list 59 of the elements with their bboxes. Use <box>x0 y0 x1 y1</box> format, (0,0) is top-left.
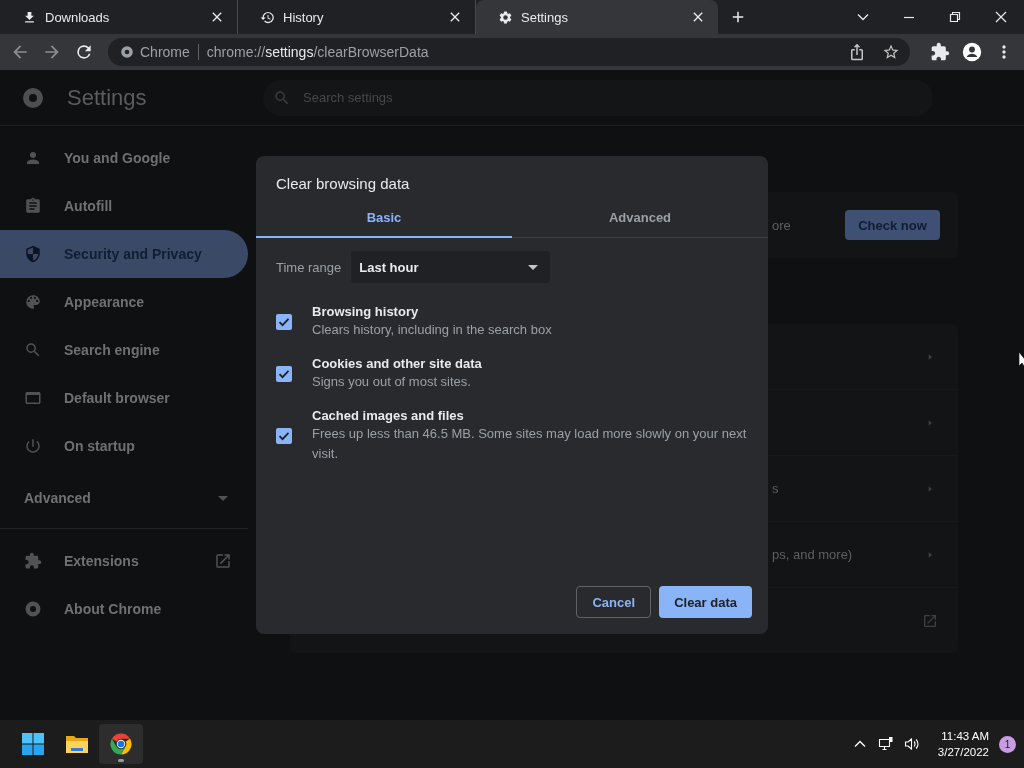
sidebar-item[interactable]: Autofill <box>0 182 248 230</box>
site-label: Chrome <box>140 44 199 60</box>
address-bar[interactable]: Chrome chrome://settings/clearBrowserData <box>108 38 910 66</box>
start-icon[interactable] <box>21 732 45 756</box>
settings-icon <box>498 9 513 25</box>
sidebar-item[interactable]: Default browser <box>0 374 248 422</box>
restore-icon[interactable] <box>947 9 963 25</box>
sidebar-item[interactable]: About Chrome <box>0 585 248 633</box>
sidebar-item[interactable]: Extensions <box>0 537 248 585</box>
option-description: Clears history, including in the search box <box>312 321 552 339</box>
clock-date[interactable]: 3/27/2022 <box>937 744 989 760</box>
checkbox[interactable] <box>276 428 292 444</box>
sidebar-item[interactable]: You and Google <box>0 134 248 182</box>
dropdown-caret-icon <box>528 264 539 270</box>
volume-icon[interactable] <box>903 736 920 752</box>
clear-data-button[interactable]: Clear data <box>659 586 752 618</box>
close-icon[interactable] <box>993 9 1009 25</box>
checkbox[interactable] <box>276 366 292 382</box>
reload-icon[interactable] <box>74 42 94 62</box>
option-title: Browsing history <box>312 304 420 319</box>
time-range-dropdown[interactable]: Last hour <box>351 251 551 283</box>
row-description: ps, and more) <box>772 547 854 562</box>
cancel-button[interactable]: Cancel <box>576 586 652 618</box>
profile-avatar-icon[interactable] <box>962 42 982 62</box>
option-description: Frees up less than 46.5 MB. Some sites may load more slowly on your next visit. <box>312 425 748 463</box>
sidebar-item[interactable]: On startup <box>0 422 248 470</box>
browser-window-icon <box>24 389 42 407</box>
share-icon[interactable] <box>848 43 866 61</box>
extensions-icon[interactable] <box>930 42 950 62</box>
option-title: Cookies and other site data <box>312 356 482 371</box>
clock-time[interactable]: 11:43 AM <box>937 728 989 744</box>
bookmark-star-icon[interactable] <box>882 43 900 61</box>
power-icon <box>24 437 42 455</box>
field-label: Time range <box>276 259 342 275</box>
dialog-tab[interactable]: Basic <box>256 199 512 238</box>
search-icon <box>24 341 42 359</box>
checkbox[interactable] <box>276 314 292 330</box>
row-description: s <box>772 481 780 496</box>
network-icon[interactable] <box>877 736 894 752</box>
shield-icon <box>24 245 42 263</box>
download-icon <box>22 9 37 25</box>
clipboard-icon <box>24 197 42 215</box>
notification-badge[interactable]: 1 <box>999 735 1016 753</box>
sidebar-item[interactable]: Search engine <box>0 326 248 374</box>
advanced-section-toggle[interactable]: Advanced <box>0 470 248 526</box>
option-description: Signs you out of most sites. <box>312 373 472 391</box>
dialog-title: Clear browsing data <box>275 174 411 194</box>
page-title: Settings <box>67 84 148 111</box>
browser-tab[interactable]: Settings <box>476 0 718 34</box>
caret-icon <box>218 495 228 501</box>
url-text: chrome://settings/clearBrowserData <box>206 44 429 60</box>
sidebar-item[interactable]: Appearance <box>0 278 248 326</box>
description-text: ore <box>772 217 792 233</box>
puzzle-icon <box>24 552 42 570</box>
option-title: Cached images and files <box>312 408 465 423</box>
person-icon <box>24 149 42 167</box>
palette-icon <box>24 293 42 311</box>
dialog-tab[interactable]: Advanced <box>512 199 768 238</box>
history-icon <box>260 9 275 25</box>
